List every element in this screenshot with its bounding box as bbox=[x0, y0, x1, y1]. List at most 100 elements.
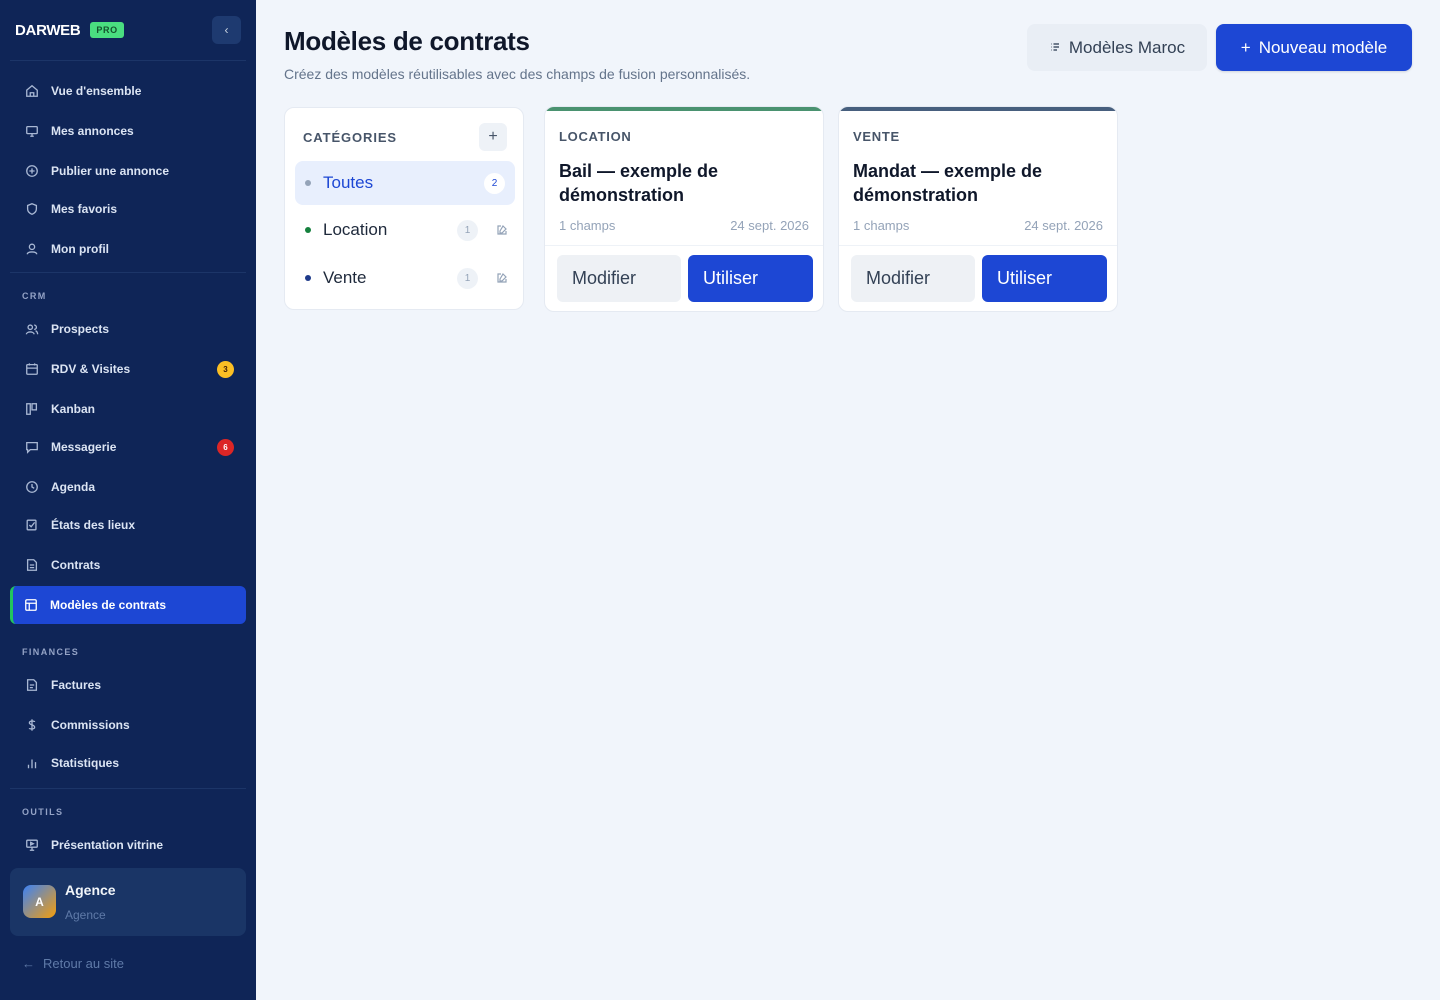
section-label-outils: OUTILS bbox=[22, 807, 64, 817]
card-accent-bar bbox=[839, 107, 1117, 111]
template-name: Bail — exemple de démonstration bbox=[559, 161, 719, 205]
sidebar-item-label: Messagerie bbox=[51, 440, 117, 454]
category-label: Toutes bbox=[323, 173, 374, 192]
new-template-button[interactable]: + Nouveau modèle bbox=[1216, 24, 1412, 71]
sidebar-item-label: Agenda bbox=[51, 480, 96, 494]
sidebar-item-label: États des lieux bbox=[51, 518, 136, 532]
sidebar-item-label: Mes annonces bbox=[51, 124, 134, 138]
page-title: Modèles de contrats bbox=[284, 26, 530, 56]
modeles-maroc-button[interactable]: Modèles Maroc bbox=[1027, 24, 1207, 71]
user-card[interactable]: A Agence Agence bbox=[10, 868, 246, 936]
use-template-button[interactable]: Utiliser bbox=[982, 255, 1107, 302]
file-icon bbox=[24, 557, 40, 573]
sidebar-item-mes-annonces[interactable]: Mes annonces bbox=[10, 114, 246, 148]
user-icon bbox=[24, 241, 40, 257]
edit-template-button[interactable]: Modifier bbox=[851, 255, 975, 302]
template-category: VENTE bbox=[853, 129, 900, 144]
sidebar-item-etats-des-lieux[interactable]: États des lieux bbox=[10, 508, 246, 542]
sidebar-divider bbox=[10, 272, 246, 273]
sidebar-item-label: Commissions bbox=[51, 718, 130, 732]
sidebar-item-label: Mes favoris bbox=[51, 202, 118, 216]
bar-chart-icon bbox=[24, 755, 40, 771]
category-count: 2 bbox=[484, 173, 505, 194]
user-role: Agence bbox=[65, 908, 106, 922]
plus-circle-icon bbox=[24, 163, 40, 179]
category-item-toutes[interactable]: Toutes 2 bbox=[295, 161, 515, 205]
sidebar-item-label: RDV & Visites bbox=[51, 362, 131, 376]
notification-badge: 3 bbox=[217, 361, 234, 378]
sidebar-item-label: Kanban bbox=[51, 402, 96, 416]
page-subtitle: Créez des modèles réutilisables avec des… bbox=[284, 66, 751, 82]
user-name: Agence bbox=[65, 882, 116, 898]
category-count: 1 bbox=[457, 220, 478, 241]
sidebar-item-commissions[interactable]: Commissions bbox=[10, 708, 246, 742]
category-dot bbox=[305, 275, 311, 281]
section-label-crm: CRM bbox=[22, 291, 47, 301]
edit-template-button[interactable]: Modifier bbox=[557, 255, 681, 302]
home-icon bbox=[24, 83, 40, 99]
sidebar-item-label: Prospects bbox=[51, 322, 110, 336]
sidebar-item-vue-ensemble[interactable]: Vue d'ensemble bbox=[10, 74, 246, 108]
template-date: 24 sept. 2026 bbox=[1024, 218, 1103, 233]
sidebar-item-modeles-de-contrats[interactable]: Modèles de contrats bbox=[10, 586, 246, 624]
sidebar-item-statistiques[interactable]: Statistiques bbox=[10, 746, 246, 780]
sidebar-item-label: Contrats bbox=[51, 558, 101, 572]
category-item-location[interactable]: Location 1 bbox=[295, 208, 515, 252]
sidebar-item-factures[interactable]: Factures bbox=[10, 668, 246, 702]
notification-badge: 6 bbox=[217, 439, 234, 456]
category-dot bbox=[305, 227, 311, 233]
plus-icon: + bbox=[1240, 37, 1251, 57]
sidebar-item-agenda[interactable]: Agenda bbox=[10, 470, 246, 504]
clock-icon bbox=[24, 479, 40, 495]
pro-badge: PRO bbox=[90, 22, 124, 38]
back-to-site-label: Retour au site bbox=[43, 956, 124, 971]
presentation-icon bbox=[24, 837, 40, 853]
message-icon bbox=[24, 439, 40, 455]
sidebar-item-label: Publier une annonce bbox=[51, 164, 170, 178]
arrow-left-icon: ← bbox=[22, 956, 35, 971]
card-accent-bar bbox=[545, 107, 823, 111]
collapse-sidebar-button[interactable]: ‹ bbox=[212, 16, 241, 44]
categories-panel: CATÉGORIES + Toutes 2 Location 1 Vente 1 bbox=[284, 107, 524, 310]
add-category-button[interactable]: + bbox=[479, 123, 507, 151]
file-text-icon bbox=[24, 677, 40, 693]
calendar-icon bbox=[24, 361, 40, 377]
monitor-icon bbox=[24, 123, 40, 139]
template-icon bbox=[23, 597, 39, 613]
edit-icon[interactable] bbox=[494, 222, 510, 238]
template-name: Mandat — exemple de démonstration bbox=[853, 161, 1043, 205]
card-divider bbox=[839, 245, 1117, 246]
template-date: 24 sept. 2026 bbox=[730, 218, 809, 233]
edit-icon[interactable] bbox=[494, 270, 510, 286]
avatar: A bbox=[23, 885, 56, 918]
sidebar-item-label: Mon profil bbox=[51, 242, 109, 256]
sidebar-divider bbox=[10, 788, 246, 789]
sidebar-item-rdv-visites[interactable]: RDV & Visites 3 bbox=[10, 352, 246, 386]
chevron-left-icon: ‹ bbox=[224, 23, 229, 37]
shield-heart-icon bbox=[24, 201, 40, 217]
sidebar-item-presentation-vitrine[interactable]: Présentation vitrine bbox=[10, 828, 246, 862]
sidebar-item-mes-favoris[interactable]: Mes favoris bbox=[10, 192, 246, 226]
sidebar: DARWEB PRO ‹ Vue d'ensemble Mes annonces… bbox=[0, 0, 256, 1000]
sidebar-item-label: Présentation vitrine bbox=[51, 838, 164, 852]
sidebar-item-kanban[interactable]: Kanban bbox=[10, 392, 246, 426]
brand-logo: DARWEB bbox=[15, 21, 81, 39]
card-divider bbox=[545, 245, 823, 246]
template-fields-count: 1 champs bbox=[559, 218, 616, 233]
use-template-button[interactable]: Utiliser bbox=[688, 255, 813, 302]
brand[interactable]: DARWEB PRO bbox=[15, 18, 124, 42]
category-item-vente[interactable]: Vente 1 bbox=[295, 256, 515, 300]
sidebar-item-mon-profil[interactable]: Mon profil bbox=[10, 232, 246, 266]
sidebar-item-prospects[interactable]: Prospects bbox=[10, 312, 246, 346]
template-category: LOCATION bbox=[559, 129, 632, 144]
category-label: Vente bbox=[323, 268, 367, 287]
sidebar-item-publier-annonce[interactable]: Publier une annonce bbox=[10, 154, 246, 188]
users-icon bbox=[24, 321, 40, 337]
sidebar-item-contrats[interactable]: Contrats bbox=[10, 548, 246, 582]
category-label: Location bbox=[323, 220, 388, 239]
sidebar-item-label: Statistiques bbox=[51, 756, 120, 770]
back-to-site-link[interactable]: ← Retour au site bbox=[22, 956, 124, 971]
sidebar-item-label: Vue d'ensemble bbox=[51, 84, 142, 98]
clipboard-check-icon bbox=[24, 517, 40, 533]
sidebar-item-messagerie[interactable]: Messagerie 6 bbox=[10, 430, 246, 464]
